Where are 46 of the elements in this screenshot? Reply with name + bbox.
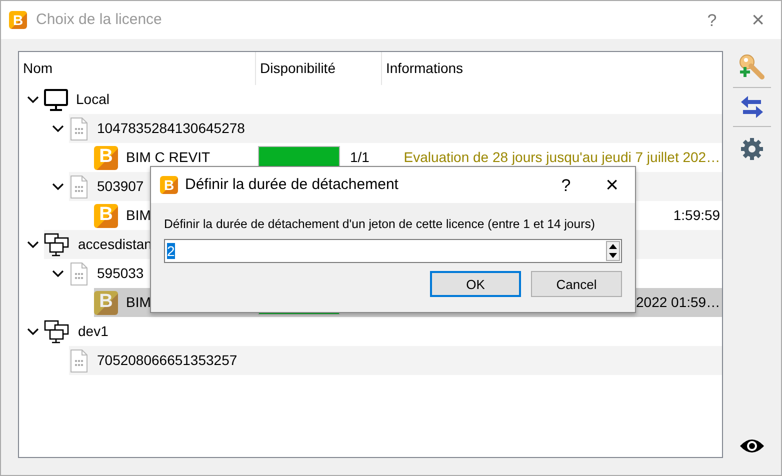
availability-count: 1/1 [350,148,370,167]
license-key[interactable]: 503907 [97,176,144,197]
number-field[interactable]: 2 [164,239,622,264]
column-header[interactable]: Disponibilité [256,52,382,85]
add-key-icon[interactable] [738,53,766,81]
license-info: 2022 01:59… [636,294,720,310]
settings-icon[interactable] [740,137,764,161]
chevron-icon[interactable] [52,124,64,132]
license-key[interactable]: 705208066651353257 [97,350,238,371]
host-name[interactable]: dev1 [78,321,108,342]
dialog-title: Définir la durée de détachement [185,174,400,195]
window-title: Choix de la licence [36,10,163,30]
help-button[interactable]: ? [689,1,735,39]
license-info: Evaluation de 28 jours jusqu'au jeudi 7 juillet 202… [404,149,720,165]
license-key[interactable]: 1047835284130645278 [97,118,245,139]
eye-icon[interactable] [739,437,766,455]
chevron-icon[interactable] [27,240,39,248]
monitor-icon [44,88,68,110]
license-key[interactable]: 595033 [97,263,144,284]
license-name[interactable]: BIM [126,292,151,313]
prompt-text: Définir la durée de détachement d'un jeton de cette licence (entre 1 et 14 jours) [164,216,596,233]
chevron-icon[interactable] [27,328,39,336]
network-icon [44,320,70,344]
chevron-icon[interactable] [52,182,64,190]
license-info: 1:59:59 [673,207,720,223]
license-logo-icon: B [94,146,118,170]
swap-arrows-icon[interactable] [739,94,766,120]
spin-arrows-icon[interactable] [606,241,620,262]
help-button[interactable]: ? [543,168,589,202]
license-name[interactable]: BIM C REVIT [126,147,210,168]
license-logo-icon: B [94,204,118,228]
column-header[interactable]: Informations [382,52,722,85]
chevron-icon[interactable] [52,270,64,278]
dialog-button[interactable]: Cancel [531,271,622,298]
app-logo-icon: B [160,176,178,194]
close-button[interactable]: × [735,1,781,39]
host-name[interactable]: accesdistan [78,234,152,255]
license-logo-icon: B [94,290,118,314]
license-name[interactable]: BIM [126,205,151,226]
close-button[interactable]: × [589,168,635,202]
chevron-icon[interactable] [27,96,39,104]
column-header[interactable]: Nom [19,52,256,85]
dialog-button[interactable]: OK [430,271,521,298]
file-icon [69,262,89,286]
app-logo-icon: B [9,11,27,29]
host-name[interactable]: Local [76,89,110,110]
